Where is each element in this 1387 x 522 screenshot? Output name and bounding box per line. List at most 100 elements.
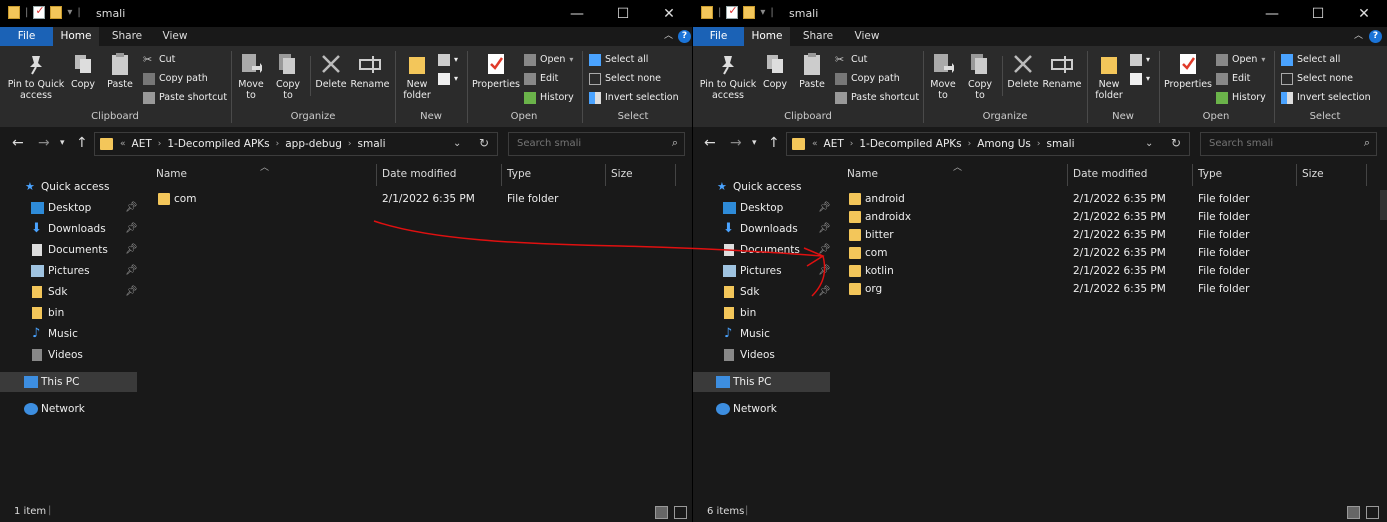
file-row[interactable]: android 2/1/2022 6:35 PM File folder	[831, 190, 1387, 208]
paste-shortcut-button[interactable]: Paste shortcut	[835, 89, 919, 107]
maximize-button[interactable]: ☐	[600, 0, 646, 27]
file-row[interactable]: com 2/1/2022 6:35 PM File folder	[138, 190, 692, 208]
tab-view[interactable]: View	[844, 27, 890, 46]
search-box[interactable]: ⌕	[1200, 132, 1377, 156]
pin-to-quick-access-button[interactable]: Pin to Quick access	[6, 52, 66, 101]
nav-item-bin[interactable]: bin	[693, 303, 831, 323]
column-divider[interactable]	[605, 164, 606, 186]
copy-path-button[interactable]: Copy path	[835, 70, 900, 88]
select-all-button[interactable]: Select all	[1281, 51, 1340, 69]
breadcrumb-item[interactable]: 1-Decompiled APKs	[859, 138, 961, 150]
details-view-icon[interactable]	[1347, 506, 1360, 519]
rename-button[interactable]: Rename	[1042, 52, 1082, 90]
column-divider[interactable]	[501, 164, 502, 186]
column-header-date[interactable]: Date modified	[1073, 162, 1147, 186]
easy-access-button[interactable]: ▾	[438, 70, 458, 88]
file-row[interactable]: bitter 2/1/2022 6:35 PM File folder	[831, 226, 1387, 244]
search-input[interactable]	[1207, 137, 1351, 150]
column-divider[interactable]	[1366, 164, 1367, 186]
edit-button[interactable]: Edit	[524, 70, 558, 88]
pin-icon[interactable]: 📌︎	[125, 261, 138, 281]
new-item-button[interactable]: ▾	[438, 51, 458, 69]
copy-button[interactable]: Copy	[68, 52, 98, 90]
refresh-icon[interactable]: ↻	[1171, 136, 1181, 150]
tab-share[interactable]: Share	[104, 27, 150, 46]
breadcrumb-item[interactable]: AET	[132, 138, 152, 150]
back-arrow-icon[interactable]: ←	[12, 135, 24, 151]
select-all-button[interactable]: Select all	[589, 51, 648, 69]
search-icon[interactable]: ⌕	[672, 136, 678, 150]
breadcrumb-item[interactable]: smali	[1047, 138, 1075, 150]
pin-icon[interactable]: 📌︎	[818, 219, 831, 239]
address-bar[interactable]: « AET › 1-Decompiled APKs › app-debug › …	[94, 132, 498, 156]
move-to-button[interactable]: Move to	[236, 52, 266, 101]
nav-item-sdk[interactable]: Sdk 📌︎	[0, 282, 138, 302]
search-input[interactable]	[515, 137, 659, 150]
details-view-icon[interactable]	[655, 506, 668, 519]
properties-button[interactable]: Properties	[1164, 52, 1212, 90]
column-header-name[interactable]: Name	[156, 162, 187, 186]
address-dropdown-chevron-icon[interactable]: ⌄	[1145, 138, 1153, 149]
pin-icon[interactable]: 📌︎	[818, 261, 831, 281]
column-divider[interactable]	[376, 164, 377, 186]
collapse-ribbon-chevron-icon[interactable]: ︿	[1354, 27, 1363, 46]
large-icons-view-icon[interactable]	[674, 506, 687, 519]
recent-locations-chevron-icon[interactable]: ▾	[60, 138, 65, 148]
maximize-button[interactable]: ☐	[1295, 0, 1341, 27]
paste-button[interactable]: Paste	[104, 52, 136, 90]
column-header-size[interactable]: Size	[1302, 162, 1324, 186]
breadcrumb-item[interactable]: Among Us	[977, 138, 1031, 150]
forward-arrow-icon[interactable]: →	[38, 135, 50, 151]
properties-icon[interactable]	[33, 4, 46, 19]
overflow-chevron-icon[interactable]: «	[120, 139, 126, 149]
column-header-type[interactable]: Type	[1198, 162, 1222, 186]
tab-file[interactable]: File	[0, 27, 53, 46]
invert-selection-button[interactable]: Invert selection	[1281, 89, 1371, 107]
pin-to-quick-access-button[interactable]: Pin to Quick access	[698, 52, 758, 101]
select-none-button[interactable]: Select none	[589, 70, 661, 88]
breadcrumb-item[interactable]: app-debug	[285, 138, 342, 150]
easy-access-button[interactable]: ▾	[1130, 70, 1150, 88]
customize-chevron-icon[interactable]: ▾	[760, 7, 765, 18]
nav-item-videos[interactable]: Videos	[0, 345, 138, 365]
new-folder-icon[interactable]	[50, 6, 63, 19]
back-arrow-icon[interactable]: ←	[704, 135, 716, 151]
column-divider[interactable]	[675, 164, 676, 186]
nav-quick-access[interactable]: ★ Quick access	[693, 177, 831, 197]
up-arrow-icon[interactable]: ↑	[76, 135, 88, 151]
properties-button[interactable]: Properties	[472, 52, 520, 90]
scrollbar[interactable]	[1380, 190, 1387, 220]
nav-item-videos[interactable]: Videos	[693, 345, 831, 365]
rename-button[interactable]: Rename	[350, 52, 390, 90]
copy-to-button[interactable]: Copy to	[965, 52, 995, 101]
chevron-right-icon[interactable]: ›	[158, 139, 162, 149]
open-button[interactable]: Open ▾	[1216, 51, 1265, 69]
nav-item-downloads[interactable]: ⬇ Downloads 📌︎	[0, 219, 138, 239]
recent-locations-chevron-icon[interactable]: ▾	[752, 138, 757, 148]
search-box[interactable]: ⌕	[508, 132, 685, 156]
breadcrumb-item[interactable]: smali	[358, 138, 386, 150]
large-icons-view-icon[interactable]	[1366, 506, 1379, 519]
tab-home[interactable]: Home	[744, 27, 790, 46]
paste-shortcut-button[interactable]: Paste shortcut	[143, 89, 227, 107]
column-divider[interactable]	[1296, 164, 1297, 186]
overflow-chevron-icon[interactable]: «	[812, 139, 818, 149]
tab-share[interactable]: Share	[795, 27, 841, 46]
address-dropdown-chevron-icon[interactable]: ⌄	[453, 138, 461, 149]
minimize-button[interactable]: —	[1249, 0, 1295, 27]
nav-item-pictures[interactable]: Pictures 📌︎	[693, 261, 831, 281]
help-icon[interactable]: ?	[678, 30, 691, 43]
minimize-button[interactable]: —	[554, 0, 600, 27]
pin-icon[interactable]: 📌︎	[125, 219, 138, 239]
new-folder-button[interactable]: New folder	[400, 52, 434, 101]
nav-item-bin[interactable]: bin	[0, 303, 138, 323]
column-header-date[interactable]: Date modified	[382, 162, 456, 186]
up-arrow-icon[interactable]: ↑	[768, 135, 780, 151]
delete-button[interactable]: Delete	[1006, 52, 1040, 90]
copy-to-button[interactable]: Copy to	[273, 52, 303, 101]
breadcrumb-item[interactable]: AET	[824, 138, 844, 150]
collapse-ribbon-chevron-icon[interactable]: ︿	[664, 27, 673, 46]
new-folder-icon[interactable]	[743, 6, 756, 19]
cut-button[interactable]: ✂ Cut	[835, 51, 867, 69]
paste-button[interactable]: Paste	[796, 52, 828, 90]
